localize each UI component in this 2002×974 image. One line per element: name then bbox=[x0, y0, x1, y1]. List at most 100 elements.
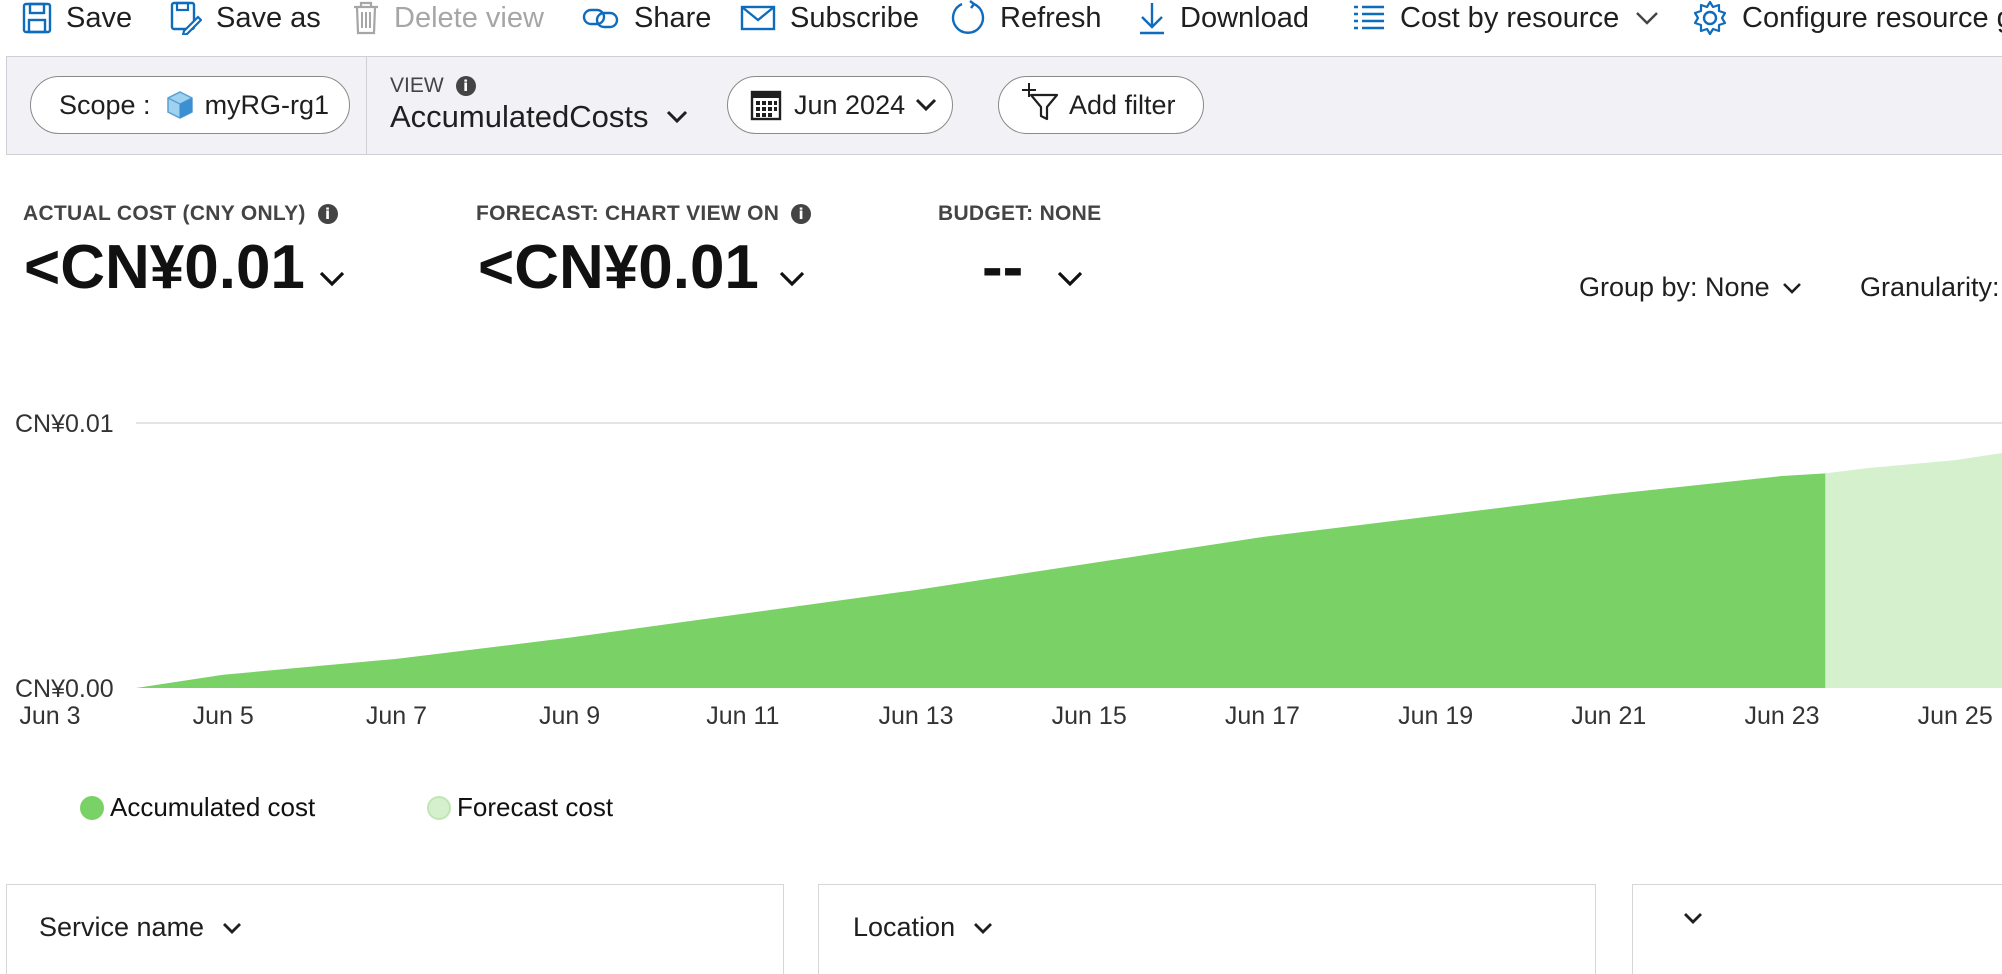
third-card-dropdown[interactable] bbox=[1683, 912, 1703, 924]
add-filter-label: Add filter bbox=[1069, 89, 1176, 120]
delete-view-button[interactable]: Delete view bbox=[352, 0, 544, 36]
download-label: Download bbox=[1180, 1, 1309, 34]
chevron-down-icon bbox=[667, 110, 688, 124]
scope-pill[interactable]: Scope : myRG-rg1 bbox=[30, 76, 350, 134]
y-axis-labels: CN¥0.00 CN¥0.01 bbox=[15, 410, 114, 703]
service-name-card: Service name bbox=[6, 884, 784, 974]
info-icon[interactable]: i bbox=[791, 204, 812, 224]
x-tick-label: Jun 11 bbox=[706, 702, 779, 730]
chevron-down-icon bbox=[1684, 913, 1702, 924]
x-tick-label: Jun 19 bbox=[1398, 702, 1473, 730]
x-tick-label: Jun 25 bbox=[1918, 702, 1993, 730]
mail-icon bbox=[740, 5, 776, 31]
y-tick-label: CN¥0.00 bbox=[15, 675, 114, 703]
save-as-icon bbox=[170, 1, 202, 35]
download-icon bbox=[1140, 3, 1164, 35]
configure-label: Configure resource g bbox=[1742, 1, 2002, 34]
info-icon[interactable]: i bbox=[317, 204, 338, 224]
filter-bar: Scope : myRG-rg1 VIEW i AccumulatedCosts… bbox=[6, 56, 2002, 155]
x-tick-label: Jun 23 bbox=[1744, 702, 1819, 730]
budget-amount: -- bbox=[982, 233, 1024, 302]
scope-label: Scope : bbox=[59, 89, 151, 120]
trash-icon bbox=[354, 1, 378, 35]
chevron-down-icon bbox=[1782, 282, 1801, 294]
info-icon[interactable]: i bbox=[455, 76, 476, 96]
forecast-label: FORECAST: CHART VIEW ON i bbox=[476, 202, 812, 226]
x-tick-label: Jun 17 bbox=[1225, 702, 1300, 730]
service-name-label: Service name bbox=[39, 912, 205, 942]
chevron-down-icon bbox=[916, 98, 937, 112]
chevron-down-icon bbox=[1058, 271, 1083, 286]
save-label: Save bbox=[66, 1, 133, 34]
chevron-down-icon bbox=[223, 922, 242, 934]
list-icon bbox=[1354, 5, 1384, 30]
subscribe-button[interactable]: Subscribe bbox=[740, 0, 919, 36]
x-tick-label: Jun 9 bbox=[539, 702, 600, 730]
granularity-dropdown[interactable]: Granularity: bbox=[1860, 272, 2000, 303]
actual-cost-amount: <CN¥0.01 bbox=[24, 233, 305, 302]
budget-label-text: BUDGET: NONE bbox=[938, 202, 1102, 225]
divider bbox=[366, 57, 367, 154]
accumulated-cost-area[interactable] bbox=[136, 473, 1826, 688]
location-label: Location bbox=[853, 912, 956, 942]
legend-item-forecast[interactable]: Forecast cost bbox=[427, 792, 613, 823]
command-bar: Save Save as Delete view Share Subscribe… bbox=[0, 0, 2002, 36]
granularity-label: Granularity: bbox=[1860, 272, 2000, 302]
group-by-dropdown[interactable]: Group by: None bbox=[1579, 272, 1802, 303]
chevron-down-icon bbox=[1636, 12, 1659, 25]
x-tick-label: Jun 15 bbox=[1052, 702, 1127, 730]
actual-cost-label: ACTUAL COST (CNY ONLY) i bbox=[23, 202, 338, 226]
save-as-button[interactable]: Save as bbox=[170, 0, 321, 36]
chevron-down-icon bbox=[319, 271, 345, 286]
add-filter-button[interactable]: Add filter bbox=[998, 76, 1204, 134]
view-label-text: VIEW bbox=[390, 74, 444, 97]
chevron-down-icon bbox=[974, 922, 993, 934]
location-card: Location bbox=[818, 884, 1596, 974]
budget-value[interactable]: -- bbox=[982, 232, 1083, 303]
refresh-label: Refresh bbox=[1000, 1, 1102, 34]
date-value: Jun 2024 bbox=[794, 89, 906, 120]
refresh-icon bbox=[951, 0, 985, 34]
view-label: VIEW i bbox=[390, 74, 476, 98]
forecast-cost-area[interactable] bbox=[1825, 452, 2002, 688]
download-button[interactable]: Download bbox=[1138, 0, 1309, 36]
x-tick-label: Jun 5 bbox=[193, 702, 254, 730]
group-by-label: Group by: None bbox=[1579, 272, 1770, 302]
location-dropdown[interactable]: Location bbox=[853, 912, 993, 943]
save-icon bbox=[22, 2, 52, 34]
share-label: Share bbox=[634, 1, 712, 34]
refresh-button[interactable]: Refresh bbox=[950, 0, 1102, 36]
view-selector[interactable]: AccumulatedCosts bbox=[390, 99, 688, 135]
resource-group-icon bbox=[166, 91, 193, 119]
chart-areas bbox=[136, 452, 2002, 688]
actual-cost-value[interactable]: <CN¥0.01 bbox=[24, 232, 345, 303]
calendar-icon bbox=[750, 90, 782, 121]
budget-label: BUDGET: NONE bbox=[938, 202, 1101, 226]
y-tick-label: CN¥0.01 bbox=[15, 410, 114, 438]
legend-swatch-forecast bbox=[427, 795, 451, 820]
configure-resource-group-button[interactable]: Configure resource g bbox=[1692, 0, 2002, 36]
forecast-amount: <CN¥0.01 bbox=[478, 233, 759, 302]
x-tick-label: Jun 21 bbox=[1571, 702, 1646, 730]
forecast-label-text: FORECAST: CHART VIEW ON bbox=[476, 202, 780, 225]
cost-chart: CN¥0.00 CN¥0.01 Jun 3 Jun 5 Jun 7 Jun 9 Jun 1… bbox=[15, 410, 2002, 730]
forecast-value[interactable]: <CN¥0.01 bbox=[478, 232, 805, 303]
x-tick-label: Jun 13 bbox=[878, 702, 953, 730]
service-name-dropdown[interactable]: Service name bbox=[39, 912, 242, 943]
legend-label-forecast: Forecast cost bbox=[457, 792, 614, 822]
link-icon bbox=[582, 8, 619, 29]
date-range-picker[interactable]: Jun 2024 bbox=[727, 76, 953, 134]
share-button[interactable]: Share bbox=[582, 0, 711, 36]
x-tick-label: Jun 3 bbox=[19, 702, 80, 730]
cost-by-resource-dropdown[interactable]: Cost by resource bbox=[1352, 0, 1659, 36]
legend-swatch-accumulated bbox=[80, 795, 104, 820]
gear-icon bbox=[1693, 0, 1727, 36]
cost-by-resource-label: Cost by resource bbox=[1400, 1, 1620, 34]
x-axis-labels: Jun 3 Jun 5 Jun 7 Jun 9 Jun 11 Jun 13 Jun 15 Ju… bbox=[19, 702, 1992, 730]
actual-cost-label-text: ACTUAL COST (CNY ONLY) bbox=[23, 202, 306, 225]
scope-value: myRG-rg1 bbox=[204, 89, 330, 120]
save-button[interactable]: Save bbox=[22, 0, 132, 36]
subscribe-label: Subscribe bbox=[790, 1, 919, 34]
legend-item-accumulated[interactable]: Accumulated cost bbox=[80, 792, 315, 823]
save-as-label: Save as bbox=[216, 1, 321, 34]
